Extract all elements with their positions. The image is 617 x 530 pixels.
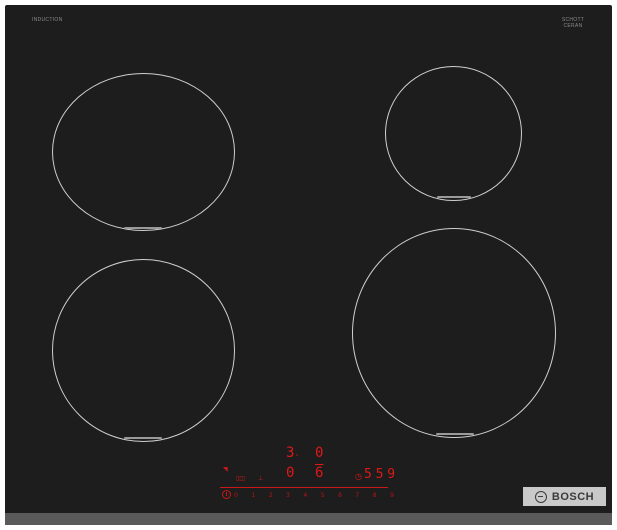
- cooktop-frame: [5, 513, 612, 525]
- power-icon[interactable]: [222, 490, 231, 499]
- slider-level-1[interactable]: 1: [251, 492, 255, 499]
- slider-level-8[interactable]: 8: [373, 492, 377, 499]
- bosch-logo-text: BOSCH: [551, 490, 595, 503]
- cooktop-glass: INDUCTION SCHOTT CERAN: [5, 5, 612, 515]
- zone-front-right-marker: [436, 433, 474, 435]
- slider-level-2[interactable]: 2: [269, 492, 273, 499]
- bosch-armature-icon: [534, 490, 547, 503]
- zone-front-right[interactable]: [352, 228, 556, 438]
- timer-display[interactable]: 5 5 9: [364, 468, 395, 482]
- wipe-protection-icon[interactable]: ⊥: [258, 476, 263, 482]
- slider-level-5[interactable]: 5: [321, 492, 325, 499]
- wifi-icon[interactable]: ◥: [223, 467, 228, 473]
- display-zone-rear-left-sub: ˢ: [296, 453, 299, 460]
- display-zone-rear-left[interactable]: 3: [286, 446, 294, 460]
- slider-level-0[interactable]: 0: [234, 492, 238, 499]
- lock-icon[interactable]: ▯◫: [236, 476, 245, 482]
- power-slider-levels[interactable]: 0 1 2 3 4 5 6 7 8 9: [234, 492, 394, 499]
- zone-rear-left[interactable]: [52, 73, 235, 231]
- clock-icon[interactable]: ◷: [355, 473, 362, 481]
- power-slider-track[interactable]: [220, 487, 388, 488]
- display-zone-rear-right[interactable]: 0: [315, 446, 323, 460]
- zone-rear-left-marker: [124, 227, 162, 229]
- slider-level-4[interactable]: 4: [303, 492, 307, 499]
- zone-rear-right-marker: [437, 196, 471, 198]
- slider-level-9[interactable]: 9: [390, 492, 394, 499]
- zone-rear-right[interactable]: [385, 66, 522, 201]
- slider-level-3[interactable]: 3: [286, 492, 290, 499]
- slider-level-7[interactable]: 7: [355, 492, 359, 499]
- display-zone-front-right[interactable]: 6: [315, 466, 323, 480]
- zone-front-left[interactable]: [52, 259, 235, 442]
- schott-ceran-label: SCHOTT CERAN: [561, 17, 585, 29]
- induction-label: INDUCTION: [32, 17, 63, 23]
- zone-front-left-marker: [124, 437, 162, 439]
- display-zone-front-left[interactable]: 0: [286, 466, 294, 480]
- slider-level-6[interactable]: 6: [338, 492, 342, 499]
- bosch-logo: BOSCH: [523, 487, 606, 506]
